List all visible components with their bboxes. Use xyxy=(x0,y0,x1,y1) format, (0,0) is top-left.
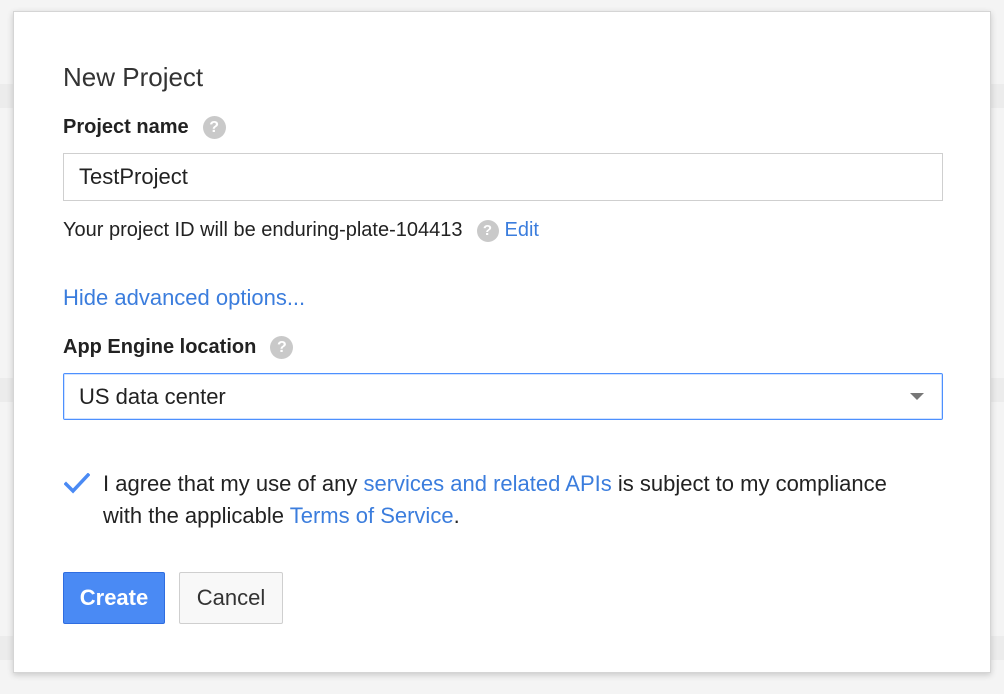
checkmark-icon xyxy=(64,473,90,494)
new-project-dialog: New Project Project name ? Your project … xyxy=(13,11,991,673)
project-id-line: Your project ID will be enduring-plate-1… xyxy=(63,219,539,242)
terms-agreement: I agree that my use of any services and … xyxy=(63,468,903,532)
dialog-title: New Project xyxy=(63,62,204,92)
hide-advanced-options-link[interactable]: Hide advanced options... xyxy=(63,285,305,311)
app-engine-location-label: App Engine location ? xyxy=(63,336,294,359)
help-icon[interactable]: ? xyxy=(476,219,499,242)
terms-of-service-link[interactable]: Terms of Service xyxy=(290,503,454,528)
help-icon[interactable]: ? xyxy=(202,116,226,139)
agreement-text: I agree that my use of any services and … xyxy=(103,468,903,532)
agree-checkbox[interactable] xyxy=(63,470,91,498)
project-id-text: Your project ID will be enduring-plate-1… xyxy=(63,219,463,241)
agreement-text-part: I agree that my use of any xyxy=(103,471,364,496)
project-name-label: Project name ? xyxy=(63,116,226,139)
select-value: US data center xyxy=(79,383,226,409)
app-engine-location-label-text: App Engine location xyxy=(63,336,257,358)
services-apis-link[interactable]: services and related APIs xyxy=(363,471,611,496)
agreement-text-part: . xyxy=(453,503,460,528)
chevron-down-icon xyxy=(910,393,924,400)
app-engine-location-select[interactable]: US data center xyxy=(63,373,943,420)
help-icon[interactable]: ? xyxy=(270,336,294,359)
cancel-button[interactable]: Cancel xyxy=(179,572,283,624)
create-button[interactable]: Create xyxy=(63,572,165,624)
project-name-input[interactable] xyxy=(63,153,943,201)
project-name-label-text: Project name xyxy=(63,116,189,138)
edit-project-id-link[interactable]: Edit xyxy=(505,219,539,242)
